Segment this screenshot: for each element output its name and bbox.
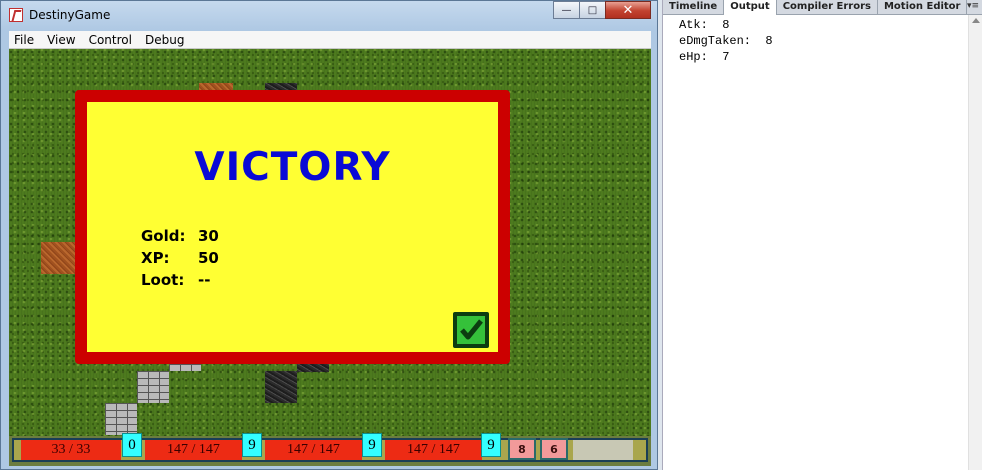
menu-view[interactable]: View: [42, 33, 83, 47]
scroll-up-icon[interactable]: [972, 18, 980, 23]
brick-tile: [137, 371, 169, 403]
hud-action-button-1[interactable]: 8: [508, 438, 536, 460]
victory-title: VICTORY: [194, 145, 391, 190]
output-line: eHp: 7: [679, 50, 730, 64]
gold-value: 30: [198, 227, 219, 245]
hp-bar-1: 33 / 33: [21, 440, 121, 460]
menu-debug[interactable]: Debug: [140, 33, 192, 47]
flash-player-icon: [9, 8, 23, 22]
hud-empty-slot: [573, 440, 633, 460]
tab-timeline[interactable]: Timeline: [663, 0, 725, 14]
game-window: DestinyGame — □ ✕ File View Control Debu…: [0, 0, 658, 470]
output-line: Atk: 8: [679, 18, 730, 32]
window-title: DestinyGame: [29, 8, 111, 22]
hp-bar-3: 147 / 147: [265, 440, 362, 460]
level-badge-2: 9: [242, 433, 262, 457]
game-stage[interactable]: VICTORY Gold: 30 XP: 50 Loot: -- 33 / 33…: [9, 49, 651, 466]
maximize-button[interactable]: □: [579, 1, 606, 19]
title-bar: DestinyGame: [9, 6, 110, 24]
party-hud: 33 / 33 0 147 / 147 9 147 / 147 9 147 / …: [9, 433, 651, 466]
tab-output[interactable]: Output: [724, 0, 777, 15]
rock-tile: [297, 364, 329, 372]
level-badge-3: 9: [362, 433, 382, 457]
menu-control[interactable]: Control: [84, 33, 140, 47]
xp-value: 50: [198, 249, 219, 267]
output-line: eDmgTaken: 8: [679, 34, 773, 48]
minimize-button[interactable]: —: [553, 1, 580, 19]
tab-motion-editor[interactable]: Motion Editor: [878, 0, 968, 14]
checkmark-icon: [460, 319, 483, 340]
output-text: Atk: 8 eDmgTaken: 8 eHp: 7: [679, 17, 773, 65]
loot-label: Loot:: [141, 271, 185, 289]
output-scrollbar[interactable]: [968, 15, 982, 470]
dirt-tile: [41, 242, 75, 274]
rock-tile: [265, 371, 297, 403]
xp-row: XP: 50: [141, 247, 219, 269]
window-controls: — □ ✕: [553, 1, 651, 19]
victory-dialog: VICTORY Gold: 30 XP: 50 Loot: --: [75, 90, 510, 364]
loot-value: --: [198, 271, 211, 289]
loot-row: Loot: --: [141, 269, 219, 291]
brick-tile: [105, 403, 137, 435]
close-button[interactable]: ✕: [605, 1, 651, 19]
gold-label: Gold:: [141, 227, 186, 245]
panel-tabs: Timeline Output Compiler Errors Motion E…: [663, 0, 982, 15]
tab-compiler-errors[interactable]: Compiler Errors: [777, 0, 878, 14]
menu-bar: File View Control Debug: [9, 31, 651, 49]
menu-file[interactable]: File: [9, 33, 42, 47]
gold-row: Gold: 30: [141, 225, 219, 247]
xp-label: XP:: [141, 249, 170, 267]
reward-stats: Gold: 30 XP: 50 Loot: --: [141, 225, 219, 291]
output-panel: Timeline Output Compiler Errors Motion E…: [662, 0, 982, 470]
brick-tile: [169, 364, 201, 371]
level-badge-4: 9: [481, 433, 501, 457]
level-badge-1: 0: [122, 433, 142, 457]
confirm-checkmark-button[interactable]: [453, 312, 489, 348]
hp-bar-4: 147 / 147: [385, 440, 482, 460]
hud-action-button-2[interactable]: 6: [540, 438, 568, 460]
hp-bar-2: 147 / 147: [145, 440, 242, 460]
panel-menu-icon[interactable]: ▾≡: [967, 1, 979, 11]
